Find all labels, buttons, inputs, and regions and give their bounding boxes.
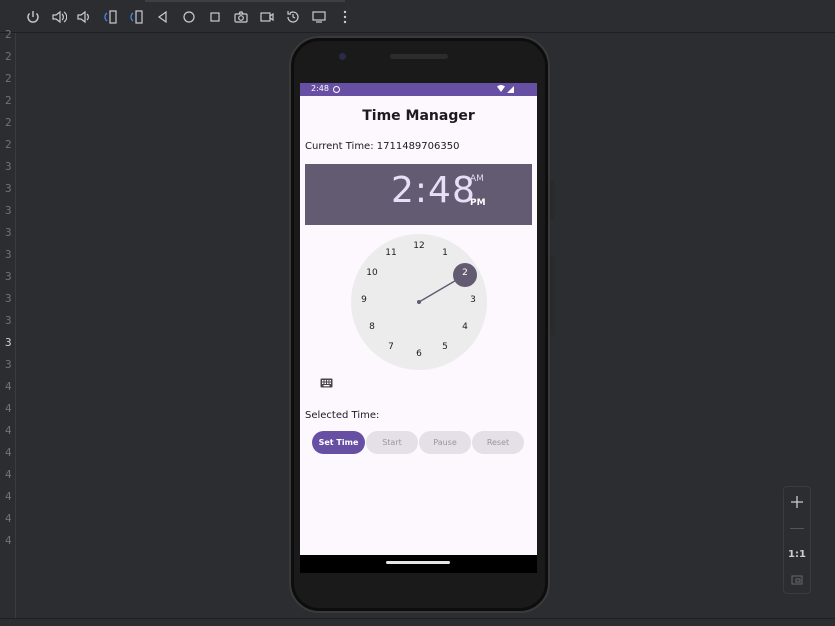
- video-icon: [260, 12, 274, 22]
- am-toggle[interactable]: AM: [470, 174, 484, 184]
- fit-screen-icon: [791, 575, 803, 585]
- pm-toggle[interactable]: PM: [470, 198, 486, 208]
- back-button[interactable]: [152, 6, 174, 28]
- gutter-number: 3: [5, 292, 12, 305]
- line-gutter: 2 2 2 2 2 2 3 3 3 3 3 3 3 3 3 3 4 4 4 4 …: [0, 28, 16, 618]
- volume-down-button[interactable]: [73, 6, 95, 28]
- more-options-button[interactable]: [334, 6, 356, 28]
- dial-number-1[interactable]: 1: [438, 248, 452, 258]
- more-vertical-icon: [343, 10, 347, 24]
- dial-number-7[interactable]: 7: [384, 342, 398, 352]
- actual-size-button[interactable]: 1:1: [784, 541, 810, 567]
- gutter-number: 3: [5, 182, 12, 195]
- dial-number-2-selected[interactable]: 2: [458, 268, 472, 278]
- dial-number-11[interactable]: 11: [384, 248, 398, 258]
- overview-button[interactable]: [204, 6, 226, 28]
- gutter-number: 2: [5, 94, 12, 107]
- set-time-button[interactable]: Set Time: [312, 431, 365, 454]
- camera-icon: [234, 11, 248, 23]
- plus-icon: [791, 496, 803, 508]
- selected-time-text: Selected Time:: [305, 410, 380, 421]
- home-button[interactable]: [178, 6, 200, 28]
- gutter-number: 2: [5, 138, 12, 151]
- time-display[interactable]: 2:48: [391, 170, 476, 211]
- device-power-key: [550, 180, 554, 220]
- display-mode-icon: [312, 11, 326, 23]
- snapshot-button[interactable]: [282, 6, 304, 28]
- gutter-number: 3: [5, 226, 12, 239]
- start-button[interactable]: Start: [366, 431, 418, 454]
- dial-number-10[interactable]: 10: [365, 268, 379, 278]
- gutter-number: 3: [5, 314, 12, 327]
- emulator-toolbar: [0, 0, 835, 33]
- gutter-number: 4: [5, 490, 12, 503]
- volume-up-icon: [52, 10, 67, 24]
- display-mode-button[interactable]: [308, 6, 330, 28]
- gutter-number: 4: [5, 468, 12, 481]
- current-time-text: Current Time: 1711489706350: [305, 141, 460, 152]
- overview-icon: [210, 12, 220, 22]
- gutter-number: 4: [5, 512, 12, 525]
- gesture-nav-handle[interactable]: [386, 561, 450, 564]
- zoom-controls: 1:1: [783, 486, 811, 594]
- gutter-number: 4: [5, 424, 12, 437]
- clock-dial[interactable]: 12 1 2 3 4 5 6 7 8 9 10 11: [351, 234, 487, 370]
- android-status-bar: 2:48: [300, 83, 537, 96]
- wifi-signal-icon: [497, 85, 514, 93]
- power-button[interactable]: [22, 6, 44, 28]
- gutter-number: 2: [5, 28, 12, 41]
- power-icon: [27, 11, 39, 23]
- home-icon: [183, 11, 195, 23]
- time-picker-header: 2:48 AM PM: [305, 164, 532, 225]
- gutter-number-active: 3: [5, 336, 12, 349]
- notification-icon: [333, 86, 340, 93]
- gutter-number: 4: [5, 534, 12, 547]
- status-time: 2:48: [311, 84, 329, 93]
- gutter-number: 2: [5, 50, 12, 63]
- pause-button[interactable]: Pause: [419, 431, 471, 454]
- screen-record-button[interactable]: [256, 6, 278, 28]
- rotate-right-icon: [130, 10, 143, 24]
- gutter-number: 3: [5, 270, 12, 283]
- dial-number-4[interactable]: 4: [458, 322, 472, 332]
- dial-number-9[interactable]: 9: [357, 295, 371, 305]
- app-title: Time Manager: [362, 108, 475, 124]
- volume-down-icon: [77, 10, 89, 24]
- gutter-number: 4: [5, 446, 12, 459]
- keyboard-icon[interactable]: [320, 378, 333, 388]
- signal-icons: [497, 85, 515, 96]
- front-camera: [339, 53, 346, 60]
- tab-indicator: [145, 0, 345, 2]
- back-icon: [157, 10, 167, 24]
- rotate-right-button[interactable]: [126, 6, 148, 28]
- fit-screen-button[interactable]: [784, 567, 810, 593]
- ide-status-bar: [0, 618, 835, 626]
- gutter-number: 3: [5, 160, 12, 173]
- dial-number-6[interactable]: 6: [412, 349, 426, 359]
- reset-button[interactable]: Reset: [472, 431, 524, 454]
- gutter-number: 2: [5, 116, 12, 129]
- gutter-number: 3: [5, 248, 12, 261]
- gutter-number: 4: [5, 402, 12, 415]
- rotate-left-icon: [104, 10, 117, 24]
- history-icon: [287, 11, 299, 23]
- zoom-out-button[interactable]: [790, 528, 804, 529]
- device-volume-key: [550, 255, 554, 335]
- earpiece-speaker: [390, 54, 448, 59]
- gutter-number: 4: [5, 380, 12, 393]
- gutter-number: 3: [5, 204, 12, 217]
- zoom-in-button[interactable]: [784, 489, 810, 515]
- volume-up-button[interactable]: [48, 6, 70, 28]
- android-nav-bar: [300, 555, 537, 573]
- gutter-number: 2: [5, 72, 12, 85]
- gutter-number: 3: [5, 358, 12, 371]
- dial-number-3[interactable]: 3: [466, 295, 480, 305]
- dial-number-5[interactable]: 5: [438, 342, 452, 352]
- device-screen: 2:48 Time Manager Current Time: 17114897…: [300, 83, 537, 555]
- screenshot-button[interactable]: [230, 6, 252, 28]
- rotate-left-button[interactable]: [100, 6, 122, 28]
- dial-number-12[interactable]: 12: [412, 241, 426, 251]
- dial-number-8[interactable]: 8: [365, 322, 379, 332]
